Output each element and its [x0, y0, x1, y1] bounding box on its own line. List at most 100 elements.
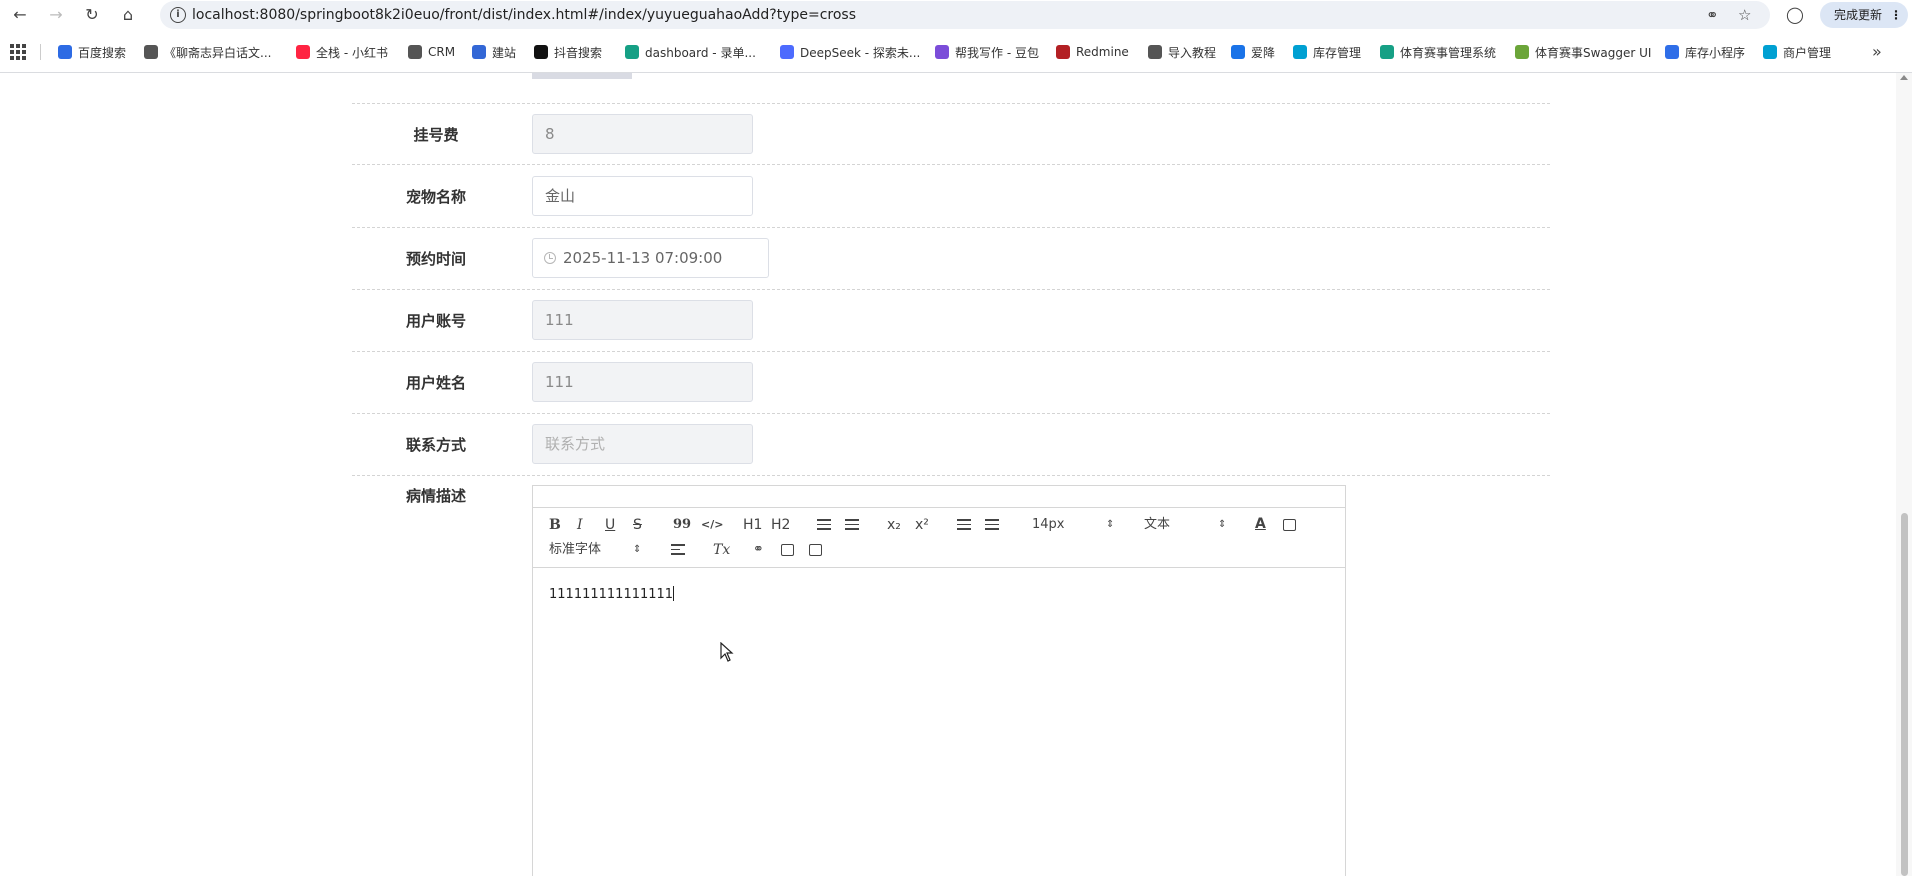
bookmark-favicon-icon	[1665, 45, 1679, 59]
bookmark-item[interactable]: 体育赛事Swagger UI	[1515, 43, 1651, 61]
pet-name-label: 宠物名称	[405, 188, 466, 206]
reload-icon[interactable]: ↻	[81, 4, 103, 26]
bookmark-item[interactable]: 体育赛事管理系统	[1380, 43, 1496, 61]
home-icon[interactable]: ⌂	[117, 4, 139, 26]
link-icon[interactable]: ⚭	[753, 541, 764, 559]
pet-name-field[interactable]: 金山	[532, 176, 753, 216]
editor-toolbar: B I U S 99 </> H1 H2 x₂ x² 14px ⇕ 文本 ⇕ A…	[533, 508, 1345, 568]
bookmark-item[interactable]: 建站	[472, 43, 516, 61]
bookmark-label: 体育赛事Swagger UI	[1535, 45, 1652, 60]
bookmark-favicon-icon	[472, 45, 486, 59]
bookmarks-bar: 百度搜索 《聊斋志异白话文... 全栈 - 小红书 CRM 建站 抖音搜索 dashboar…	[0, 38, 1912, 66]
form-row-contact: 联系方式 联系方式	[352, 414, 1550, 476]
bookmark-label: 抖音搜索	[554, 45, 603, 60]
bookmark-label: 百度搜索	[78, 45, 127, 60]
bookmark-label: CRM	[428, 45, 456, 59]
fee-label: 挂号费	[413, 126, 459, 144]
bookmark-star-icon[interactable]: ☆	[1738, 6, 1751, 24]
bookmark-item[interactable]: 抖音搜索	[534, 43, 602, 61]
text-color-icon[interactable]: A	[1255, 515, 1266, 533]
password-key-icon[interactable]: ⚭	[1706, 6, 1719, 24]
more-bookmarks-icon[interactable]: »	[1872, 42, 1882, 61]
editor-text: 111111111111111	[549, 587, 674, 602]
code-block-button[interactable]: </>	[701, 516, 723, 534]
user-name-label: 用户姓名	[405, 374, 466, 392]
ordered-list-icon[interactable]	[817, 519, 831, 531]
update-label: 完成更新	[1834, 8, 1883, 22]
bookmark-item[interactable]: 库存管理	[1293, 43, 1361, 61]
bookmark-label: 库存小程序	[1685, 45, 1746, 60]
strike-button[interactable]: S	[633, 516, 642, 534]
bookmarks-divider	[40, 44, 41, 60]
form-row-pet-name: 宠物名称 金山	[352, 166, 1550, 228]
vertical-scrollbar[interactable]	[1896, 73, 1912, 876]
bookmark-item[interactable]: 商户管理	[1763, 43, 1831, 61]
superscript-button[interactable]: x²	[915, 516, 929, 534]
bookmark-item[interactable]: DeepSeek - 探索未...	[780, 43, 920, 61]
bookmark-item[interactable]: 库存小程序	[1665, 43, 1745, 61]
bookmark-item[interactable]: Redmine	[1056, 43, 1129, 61]
bookmark-favicon-icon	[58, 45, 72, 59]
form-row-user-account: 用户账号 111	[352, 290, 1550, 352]
font-size-caret-icon: ⇕	[1106, 519, 1115, 530]
header-1-button[interactable]: H1	[743, 516, 762, 534]
bookmark-label: 导入教程	[1168, 45, 1217, 60]
bookmark-favicon-icon	[1763, 45, 1777, 59]
indent-icon[interactable]	[985, 519, 999, 531]
bookmark-item[interactable]: 爱降	[1231, 43, 1275, 61]
video-icon[interactable]	[809, 544, 822, 556]
forward-arrow-icon[interactable]: →	[45, 4, 67, 26]
scrollbar-thumb[interactable]	[1901, 513, 1908, 876]
bookmark-label: 体育赛事管理系统	[1400, 45, 1497, 60]
image-icon[interactable]	[781, 544, 794, 556]
bookmark-label: 库存管理	[1313, 45, 1362, 60]
header-select[interactable]: 文本	[1144, 516, 1170, 534]
back-arrow-icon[interactable]: ←	[9, 4, 31, 26]
bookmark-item[interactable]: 百度搜索	[58, 43, 126, 61]
bookmark-label: 帮我写作 - 豆包	[955, 45, 1039, 60]
bookmark-favicon-icon	[296, 45, 310, 59]
bookmark-label: 爱降	[1251, 45, 1276, 60]
header-caret-icon: ⇕	[1218, 519, 1227, 530]
profile-icon[interactable]: ◯	[1784, 4, 1806, 26]
italic-button[interactable]: I	[577, 516, 583, 534]
apps-grid-icon[interactable]	[10, 44, 26, 60]
bookmark-item[interactable]: 导入教程	[1148, 43, 1216, 61]
bookmark-favicon-icon	[1293, 45, 1307, 59]
address-bar[interactable]: i localhost:8080/springboot8k2i0euo/fron…	[160, 1, 1770, 29]
background-color-icon[interactable]	[1283, 519, 1296, 531]
contact-label: 联系方式	[405, 436, 466, 454]
clock-icon	[544, 252, 556, 264]
bookmark-item[interactable]: 帮我写作 - 豆包	[935, 43, 1039, 61]
appointment-time-picker[interactable]: 2025-11-13 07:09:00	[532, 238, 769, 278]
blockquote-button[interactable]: 99	[673, 516, 691, 534]
bookmark-item[interactable]: 全栈 - 小红书	[296, 43, 388, 61]
bookmark-item[interactable]: 《聊斋志异白话文...	[144, 43, 271, 61]
font-family-select[interactable]: 标准字体	[549, 541, 601, 559]
appointment-time-label: 预约时间	[405, 250, 466, 268]
align-icon[interactable]	[671, 544, 685, 556]
url-text[interactable]: localhost:8080/springboot8k2i0euo/front/…	[192, 7, 856, 23]
header-2-button[interactable]: H2	[771, 516, 790, 534]
bookmark-item[interactable]: CRM	[408, 43, 455, 61]
bookmark-favicon-icon	[625, 45, 639, 59]
subscript-button[interactable]: x₂	[887, 516, 901, 534]
bold-button[interactable]: B	[549, 516, 561, 534]
site-info-icon[interactable]: i	[170, 7, 186, 23]
update-button[interactable]: 完成更新 ⋮	[1820, 2, 1908, 28]
bookmark-favicon-icon	[1148, 45, 1162, 59]
bullet-list-icon[interactable]	[845, 519, 859, 531]
outdent-icon[interactable]	[957, 519, 971, 531]
bookmark-label: 建站	[492, 45, 517, 60]
clean-format-button[interactable]: Tx	[713, 541, 730, 559]
scroll-up-arrow-icon[interactable]	[1900, 75, 1908, 80]
underline-button[interactable]: U	[605, 516, 615, 534]
form-row-user-name: 用户姓名 111	[352, 352, 1550, 414]
editor-content[interactable]: 111111111111111	[549, 586, 675, 602]
rich-text-editor[interactable]: B I U S 99 </> H1 H2 x₂ x² 14px ⇕ 文本 ⇕ A…	[532, 485, 1346, 876]
bookmark-label: 商户管理	[1783, 45, 1832, 60]
menu-dots-icon: ⋮	[1890, 8, 1902, 22]
user-account-field: 111	[532, 300, 753, 340]
font-size-select[interactable]: 14px	[1032, 516, 1065, 534]
bookmark-item[interactable]: dashboard - 录单...	[625, 43, 756, 61]
